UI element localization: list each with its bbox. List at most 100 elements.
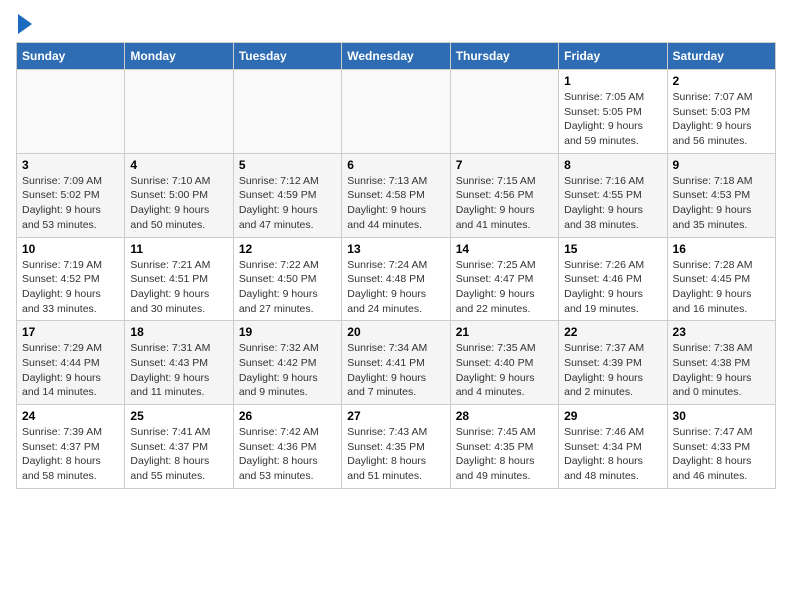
day-number: 20 xyxy=(347,325,444,339)
day-number: 4 xyxy=(130,158,227,172)
day-info: Sunrise: 7:37 AM Sunset: 4:39 PM Dayligh… xyxy=(564,341,661,400)
calendar-cell xyxy=(233,70,341,154)
calendar-cell: 28 Sunrise: 7:45 AM Sunset: 4:35 PM Dayli… xyxy=(450,405,558,489)
day-number: 9 xyxy=(673,158,770,172)
day-info: Sunrise: 7:21 AM Sunset: 4:51 PM Dayligh… xyxy=(130,258,227,317)
day-info: Sunrise: 7:31 AM Sunset: 4:43 PM Dayligh… xyxy=(130,341,227,400)
day-number: 29 xyxy=(564,409,661,423)
day-number: 6 xyxy=(347,158,444,172)
calendar-week-row: 10 Sunrise: 7:19 AM Sunset: 4:52 PM Dayli… xyxy=(17,237,776,321)
calendar-cell: 5 Sunrise: 7:12 AM Sunset: 4:59 PM Daylig… xyxy=(233,153,341,237)
day-number: 5 xyxy=(239,158,336,172)
calendar-cell: 2Sunrise: 7:07 AM Sunset: 5:03 PM Daylig… xyxy=(667,70,775,154)
calendar-cell: 3Sunrise: 7:09 AM Sunset: 5:02 PM Daylig… xyxy=(17,153,125,237)
logo-arrow-icon xyxy=(18,14,32,34)
day-info: Sunrise: 7:34 AM Sunset: 4:41 PM Dayligh… xyxy=(347,341,444,400)
day-number: 1 xyxy=(564,74,661,88)
day-info: Sunrise: 7:15 AM Sunset: 4:56 PM Dayligh… xyxy=(456,174,553,233)
day-number: 28 xyxy=(456,409,553,423)
calendar-cell: 10 Sunrise: 7:19 AM Sunset: 4:52 PM Dayli… xyxy=(17,237,125,321)
calendar-week-row: 17 Sunrise: 7:29 AM Sunset: 4:44 PM Dayli… xyxy=(17,321,776,405)
day-info: Sunrise: 7:12 AM Sunset: 4:59 PM Dayligh… xyxy=(239,174,336,233)
calendar-cell: 24 Sunrise: 7:39 AM Sunset: 4:37 PM Dayli… xyxy=(17,405,125,489)
day-info: Sunrise: 7:29 AM Sunset: 4:44 PM Dayligh… xyxy=(22,341,119,400)
calendar-cell: 8Sunrise: 7:16 AM Sunset: 4:55 PM Daylig… xyxy=(559,153,667,237)
day-info: Sunrise: 7:05 AM Sunset: 5:05 PM Dayligh… xyxy=(564,90,661,149)
day-number: 15 xyxy=(564,242,661,256)
weekday-header-wednesday: Wednesday xyxy=(342,43,450,70)
calendar-cell: 6 Sunrise: 7:13 AM Sunset: 4:58 PM Daylig… xyxy=(342,153,450,237)
day-info: Sunrise: 7:07 AM Sunset: 5:03 PM Dayligh… xyxy=(673,90,770,149)
day-info: Sunrise: 7:38 AM Sunset: 4:38 PM Dayligh… xyxy=(673,341,770,400)
day-info: Sunrise: 7:39 AM Sunset: 4:37 PM Dayligh… xyxy=(22,425,119,484)
calendar-cell: 11 Sunrise: 7:21 AM Sunset: 4:51 PM Dayli… xyxy=(125,237,233,321)
day-number: 30 xyxy=(673,409,770,423)
day-info: Sunrise: 7:24 AM Sunset: 4:48 PM Dayligh… xyxy=(347,258,444,317)
day-number: 12 xyxy=(239,242,336,256)
calendar-cell: 12Sunrise: 7:22 AM Sunset: 4:50 PM Dayli… xyxy=(233,237,341,321)
weekday-header-row: SundayMondayTuesdayWednesdayThursdayFrid… xyxy=(17,43,776,70)
day-number: 27 xyxy=(347,409,444,423)
calendar-cell: 1 Sunrise: 7:05 AM Sunset: 5:05 PM Daylig… xyxy=(559,70,667,154)
weekday-header-monday: Monday xyxy=(125,43,233,70)
day-number: 23 xyxy=(673,325,770,339)
page-header xyxy=(16,16,776,34)
calendar-week-row: 1 Sunrise: 7:05 AM Sunset: 5:05 PM Daylig… xyxy=(17,70,776,154)
day-info: Sunrise: 7:26 AM Sunset: 4:46 PM Dayligh… xyxy=(564,258,661,317)
calendar-cell: 20 Sunrise: 7:34 AM Sunset: 4:41 PM Dayli… xyxy=(342,321,450,405)
day-number: 19 xyxy=(239,325,336,339)
calendar-cell xyxy=(342,70,450,154)
day-number: 21 xyxy=(456,325,553,339)
day-info: Sunrise: 7:13 AM Sunset: 4:58 PM Dayligh… xyxy=(347,174,444,233)
day-info: Sunrise: 7:46 AM Sunset: 4:34 PM Dayligh… xyxy=(564,425,661,484)
day-number: 11 xyxy=(130,242,227,256)
calendar-cell: 7 Sunrise: 7:15 AM Sunset: 4:56 PM Daylig… xyxy=(450,153,558,237)
calendar-cell: 26 Sunrise: 7:42 AM Sunset: 4:36 PM Dayli… xyxy=(233,405,341,489)
day-number: 13 xyxy=(347,242,444,256)
day-info: Sunrise: 7:10 AM Sunset: 5:00 PM Dayligh… xyxy=(130,174,227,233)
weekday-header-friday: Friday xyxy=(559,43,667,70)
weekday-header-tuesday: Tuesday xyxy=(233,43,341,70)
calendar-cell xyxy=(17,70,125,154)
calendar-cell xyxy=(450,70,558,154)
calendar-cell: 23 Sunrise: 7:38 AM Sunset: 4:38 PM Dayli… xyxy=(667,321,775,405)
day-number: 26 xyxy=(239,409,336,423)
day-info: Sunrise: 7:43 AM Sunset: 4:35 PM Dayligh… xyxy=(347,425,444,484)
calendar-cell xyxy=(125,70,233,154)
day-info: Sunrise: 7:42 AM Sunset: 4:36 PM Dayligh… xyxy=(239,425,336,484)
day-info: Sunrise: 7:41 AM Sunset: 4:37 PM Dayligh… xyxy=(130,425,227,484)
day-info: Sunrise: 7:45 AM Sunset: 4:35 PM Dayligh… xyxy=(456,425,553,484)
calendar-cell: 14 Sunrise: 7:25 AM Sunset: 4:47 PM Dayli… xyxy=(450,237,558,321)
day-number: 7 xyxy=(456,158,553,172)
day-number: 22 xyxy=(564,325,661,339)
day-info: Sunrise: 7:19 AM Sunset: 4:52 PM Dayligh… xyxy=(22,258,119,317)
day-number: 18 xyxy=(130,325,227,339)
day-info: Sunrise: 7:35 AM Sunset: 4:40 PM Dayligh… xyxy=(456,341,553,400)
weekday-header-saturday: Saturday xyxy=(667,43,775,70)
logo xyxy=(16,16,32,34)
day-info: Sunrise: 7:25 AM Sunset: 4:47 PM Dayligh… xyxy=(456,258,553,317)
day-number: 8 xyxy=(564,158,661,172)
calendar-cell: 17 Sunrise: 7:29 AM Sunset: 4:44 PM Dayli… xyxy=(17,321,125,405)
calendar-week-row: 24 Sunrise: 7:39 AM Sunset: 4:37 PM Dayli… xyxy=(17,405,776,489)
calendar-cell: 16Sunrise: 7:28 AM Sunset: 4:45 PM Dayli… xyxy=(667,237,775,321)
weekday-header-thursday: Thursday xyxy=(450,43,558,70)
day-info: Sunrise: 7:28 AM Sunset: 4:45 PM Dayligh… xyxy=(673,258,770,317)
day-number: 14 xyxy=(456,242,553,256)
calendar-cell: 19 Sunrise: 7:32 AM Sunset: 4:42 PM Dayli… xyxy=(233,321,341,405)
day-info: Sunrise: 7:32 AM Sunset: 4:42 PM Dayligh… xyxy=(239,341,336,400)
day-info: Sunrise: 7:18 AM Sunset: 4:53 PM Dayligh… xyxy=(673,174,770,233)
calendar-table: SundayMondayTuesdayWednesdayThursdayFrid… xyxy=(16,42,776,489)
day-number: 17 xyxy=(22,325,119,339)
calendar-cell: 21 Sunrise: 7:35 AM Sunset: 4:40 PM Dayli… xyxy=(450,321,558,405)
day-number: 24 xyxy=(22,409,119,423)
calendar-cell: 30Sunrise: 7:47 AM Sunset: 4:33 PM Dayli… xyxy=(667,405,775,489)
calendar-week-row: 3Sunrise: 7:09 AM Sunset: 5:02 PM Daylig… xyxy=(17,153,776,237)
calendar-cell: 29 Sunrise: 7:46 AM Sunset: 4:34 PM Dayli… xyxy=(559,405,667,489)
calendar-cell: 4 Sunrise: 7:10 AM Sunset: 5:00 PM Daylig… xyxy=(125,153,233,237)
weekday-header-sunday: Sunday xyxy=(17,43,125,70)
calendar-cell: 18 Sunrise: 7:31 AM Sunset: 4:43 PM Dayli… xyxy=(125,321,233,405)
day-number: 3 xyxy=(22,158,119,172)
day-number: 10 xyxy=(22,242,119,256)
calendar-cell: 9 Sunrise: 7:18 AM Sunset: 4:53 PM Daylig… xyxy=(667,153,775,237)
